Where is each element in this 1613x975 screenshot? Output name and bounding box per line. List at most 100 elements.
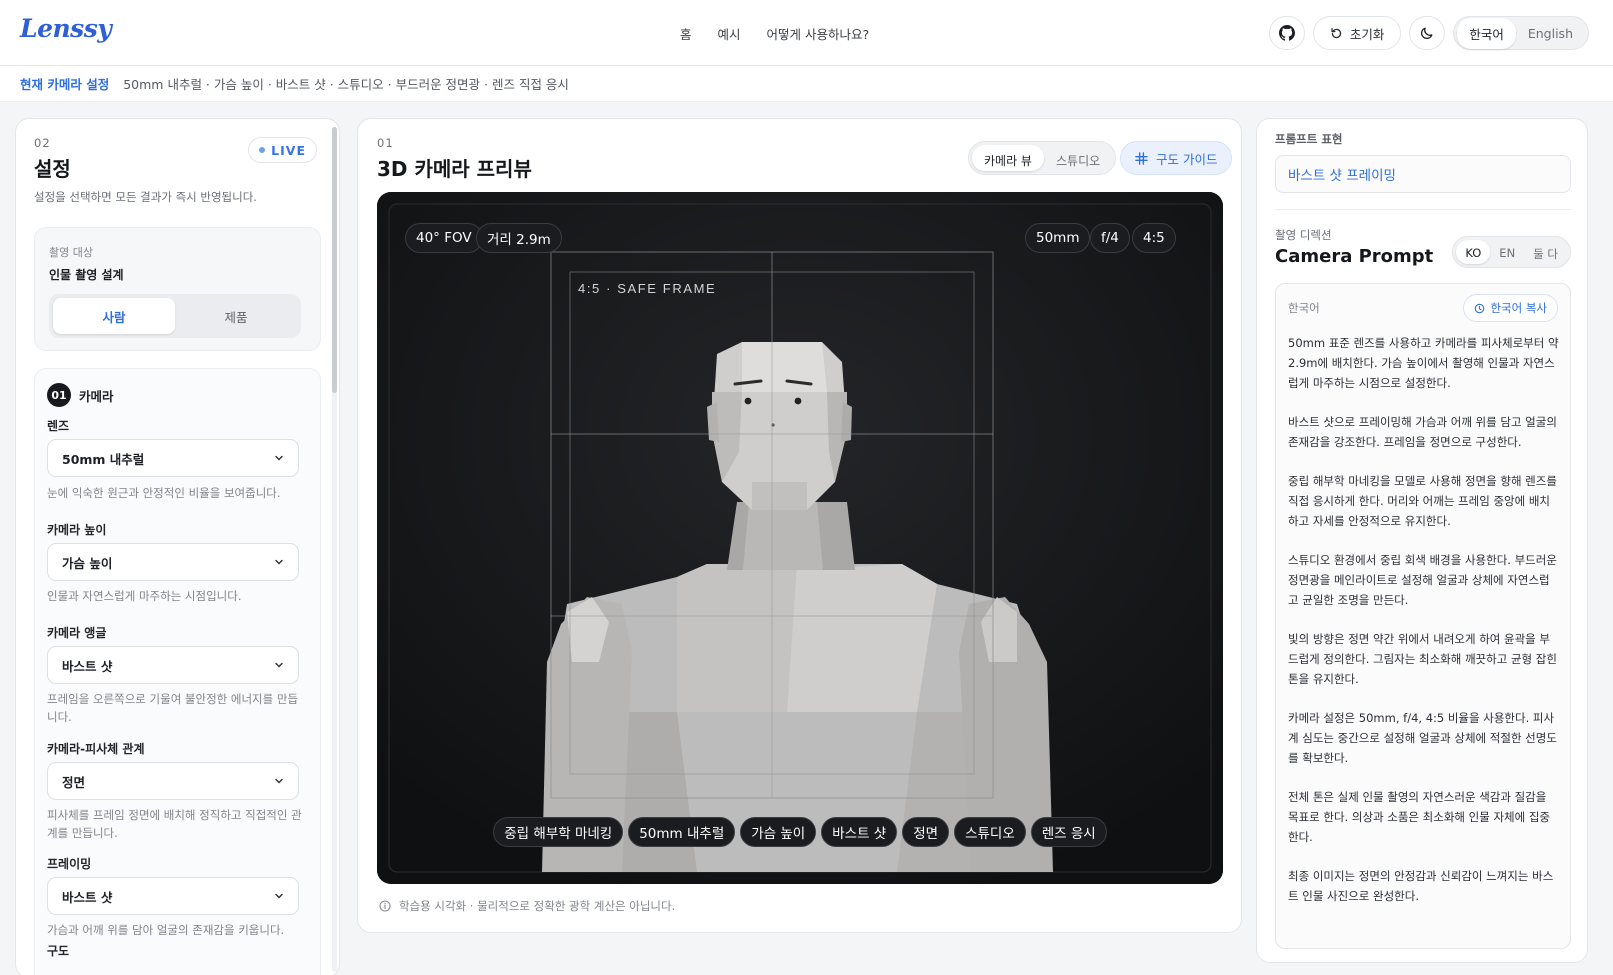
settings-title: 설정 <box>34 157 71 181</box>
framing-select[interactable]: 바스트 샷 <box>47 877 299 915</box>
prompt-paragraph: 바스트 샷으로 프레이밍해 가슴과 어깨 위를 담고 얼굴의 존재감을 강조한다… <box>1288 415 1557 449</box>
camera-prompt-title: Camera Prompt <box>1275 246 1434 267</box>
composition-guide-button[interactable]: 구도 가이드 <box>1120 141 1233 175</box>
chevron-down-icon <box>275 559 283 565</box>
settings-description: 설정을 선택하면 모든 결과가 즉시 반영됩니다. <box>34 190 257 204</box>
chevron-down-icon <box>275 893 283 899</box>
footnote-text: 학습용 시각화 · 물리적으로 정확한 광학 계산은 아닙니다. <box>399 899 676 913</box>
divider <box>1275 209 1571 210</box>
summary-chip: 50mm 내추럴 <box>628 817 736 847</box>
nav-examples-link[interactable]: 예시 <box>718 24 741 43</box>
current-settings-strip: 현재 카메라 설정 50mm 내추럴 · 가슴 높이 · 바스트 샷 · 스튜디… <box>0 66 1613 102</box>
copy-icon <box>1475 303 1485 313</box>
logo[interactable]: Lenssy <box>20 14 112 43</box>
camera-height-label: 카메라 높이 <box>47 523 107 537</box>
prompt-paragraph: 빛의 방향은 정면 약간 위에서 내려오게 하여 윤곽을 부드럽게 정의한다. … <box>1288 632 1557 686</box>
safe-frame-label: 4:5 · SAFE FRAME <box>578 281 716 296</box>
prompt-paragraph: 중립 해부학 마네킹을 모델로 사용해 정면을 향해 렌즈를 직접 응시하게 한… <box>1288 474 1557 528</box>
framing-help: 가슴과 어깨 위를 담아 얼굴의 존재감을 키웁니다. <box>47 923 285 937</box>
lens-label: 렌즈 <box>47 419 70 433</box>
github-button[interactable] <box>1268 16 1305 50</box>
view-mode-toggle: 카메라 뷰 스튜디오 <box>968 141 1117 175</box>
lang-korean-option[interactable]: 한국어 <box>1457 17 1516 49</box>
step-number-badge: 01 <box>47 383 71 407</box>
chevron-down-icon <box>275 662 283 668</box>
prompt-box-language: 한국어 <box>1288 301 1320 315</box>
language-toggle: 한국어 English <box>1453 16 1589 50</box>
composition-label: 구도 <box>47 944 70 958</box>
nav-howto-link[interactable]: 어떻게 사용하나요? <box>767 24 870 43</box>
preview-title: 3D 카메라 프리뷰 <box>377 157 532 181</box>
distance-chip: 거리 2.9m <box>476 223 562 253</box>
chevron-down-icon <box>275 778 283 784</box>
moon-icon <box>1421 27 1433 39</box>
subject-relation-value: 정면 <box>62 774 86 790</box>
info-icon <box>379 900 391 912</box>
framing-label: 프레이밍 <box>47 857 92 871</box>
copy-label: 한국어 복사 <box>1490 301 1547 315</box>
fov-chip: 40° FOV <box>405 223 483 253</box>
viewport-scene: 4:5 · SAFE FRAME <box>377 192 1223 884</box>
subject-product-option[interactable]: 제품 <box>175 298 297 334</box>
prompt-paragraph: 전체 톤은 실제 인물 촬영의 자연스러운 색감과 질감을 목표로 한다. 의상… <box>1288 790 1551 844</box>
reset-label: 초기화 <box>1349 26 1385 42</box>
camera-angle-value: 바스트 샷 <box>62 658 113 674</box>
prompt-text-box: 한국어 한국어 복사 50mm 표준 렌즈를 사용하고 카메라를 피사체로부터 … <box>1275 283 1571 949</box>
preview-footnote: 학습용 시각화 · 물리적으로 정확한 광학 계산은 아닙니다. <box>379 898 675 914</box>
subject-relation-help: 피사체를 프레임 정면에 배치해 정직하고 직접적인 관계를 만듭니다. <box>47 808 302 840</box>
summary-chip: 렌즈 응시 <box>1030 817 1107 847</box>
prompt-paragraph: 최종 이미지는 정면의 안정감과 신뢰감이 느껴지는 바스트 인물 사진으로 완… <box>1288 869 1554 903</box>
subject-relation-label: 카메라-피사체 관계 <box>47 742 145 756</box>
studio-view-option[interactable]: 스튜디오 <box>1044 145 1112 171</box>
prompt-paragraph: 스튜디오 환경에서 중립 회색 배경을 사용한다. 부드러운 정면광을 메인라이… <box>1288 553 1557 607</box>
grid-hash-icon <box>1135 151 1148 165</box>
framing-value: 바스트 샷 <box>62 889 113 905</box>
camera-settings-group: 01 카메라 렌즈 50mm 내추럴 눈에 익숙한 원근과 안정적인 비율을 보… <box>34 368 321 975</box>
subject-person-option[interactable]: 사람 <box>53 298 175 334</box>
settings-section-number: 02 <box>34 136 51 150</box>
camera-view-option[interactable]: 카메라 뷰 <box>972 145 1044 171</box>
summary-chips: 중립 해부학 마네킹 50mm 내추럴 가슴 높이 바스트 샷 정면 스튜디오 … <box>377 817 1223 847</box>
prompt-lang-ko[interactable]: KO <box>1456 240 1491 264</box>
preview-section-number: 01 <box>377 136 394 150</box>
subject-segmented-control: 사람 제품 <box>49 294 301 338</box>
reset-icon <box>1331 27 1342 38</box>
dark-mode-button[interactable] <box>1409 16 1446 50</box>
nav-home-link[interactable]: 홈 <box>680 24 692 43</box>
chevron-down-icon <box>275 455 283 461</box>
subject-heading: 인물 촬영 설계 <box>49 268 124 282</box>
prompt-lang-both[interactable]: 둘 다 <box>1524 240 1567 264</box>
copy-korean-button[interactable]: 한국어 복사 <box>1463 294 1558 322</box>
lens-select[interactable]: 50mm 내추럴 <box>47 439 299 477</box>
summary-chip: 정면 <box>902 817 950 847</box>
camera-height-select[interactable]: 가슴 높이 <box>47 543 299 581</box>
step-title: 카메라 <box>79 388 114 404</box>
guide-label: 구도 가이드 <box>1156 151 1218 167</box>
prompt-expression-value[interactable]: 바스트 샷 프레이밍 <box>1275 155 1571 193</box>
reset-button[interactable]: 초기화 <box>1312 16 1402 50</box>
github-icon <box>1278 25 1295 41</box>
prompt-panel: 프롬프트 표현 바스트 샷 프레이밍 촬영 디렉션 Camera Prompt … <box>1256 118 1588 963</box>
summary-chip: 바스트 샷 <box>821 817 898 847</box>
camera-angle-select[interactable]: 바스트 샷 <box>47 646 299 684</box>
prompt-paragraph: 카메라 설정은 50mm, f/4, 4:5 비율을 사용한다. 피사계 심도는… <box>1288 711 1557 765</box>
camera-step-header: 01 카메라 <box>47 383 114 407</box>
top-actions: 초기화 한국어 English <box>1268 16 1589 50</box>
settings-panel: 02 설정 설정을 선택하면 모든 결과가 즉시 반영됩니다. LIVE 촬영 … <box>15 118 340 975</box>
preview-panel: 01 3D 카메라 프리뷰 카메라 뷰 스튜디오 구도 가이드 4:5 · SA… <box>357 118 1242 933</box>
settings-scrollbar-thumb[interactable] <box>332 127 337 393</box>
subject-selector: 촬영 대상 인물 촬영 설계 사람 제품 <box>34 227 321 351</box>
camera-viewport[interactable]: 4:5 · SAFE FRAME 40° FOV 거리 2.9m 50mm f/… <box>377 192 1223 884</box>
live-dot-icon <box>259 147 266 153</box>
subject-relation-select[interactable]: 정면 <box>47 762 299 800</box>
current-settings-value: 50mm 내추럴 · 가슴 높이 · 바스트 샷 · 스튜디오 · 부드러운 정… <box>123 77 569 92</box>
prompt-expression-label: 프롬프트 표현 <box>1275 132 1343 146</box>
lens-help: 눈에 익숙한 원근과 안정적인 비율을 보여줍니다. <box>47 486 281 500</box>
subject-label: 촬영 대상 <box>49 246 93 259</box>
camera-height-help: 인물과 자연스럽게 마주하는 시점입니다. <box>47 589 242 603</box>
current-settings-label: 현재 카메라 설정 <box>20 77 110 92</box>
lang-english-option[interactable]: English <box>1516 20 1585 47</box>
summary-chip: 스튜디오 <box>954 817 1026 847</box>
prompt-lang-en[interactable]: EN <box>1490 240 1524 264</box>
direction-label: 촬영 디렉션 <box>1275 228 1332 242</box>
